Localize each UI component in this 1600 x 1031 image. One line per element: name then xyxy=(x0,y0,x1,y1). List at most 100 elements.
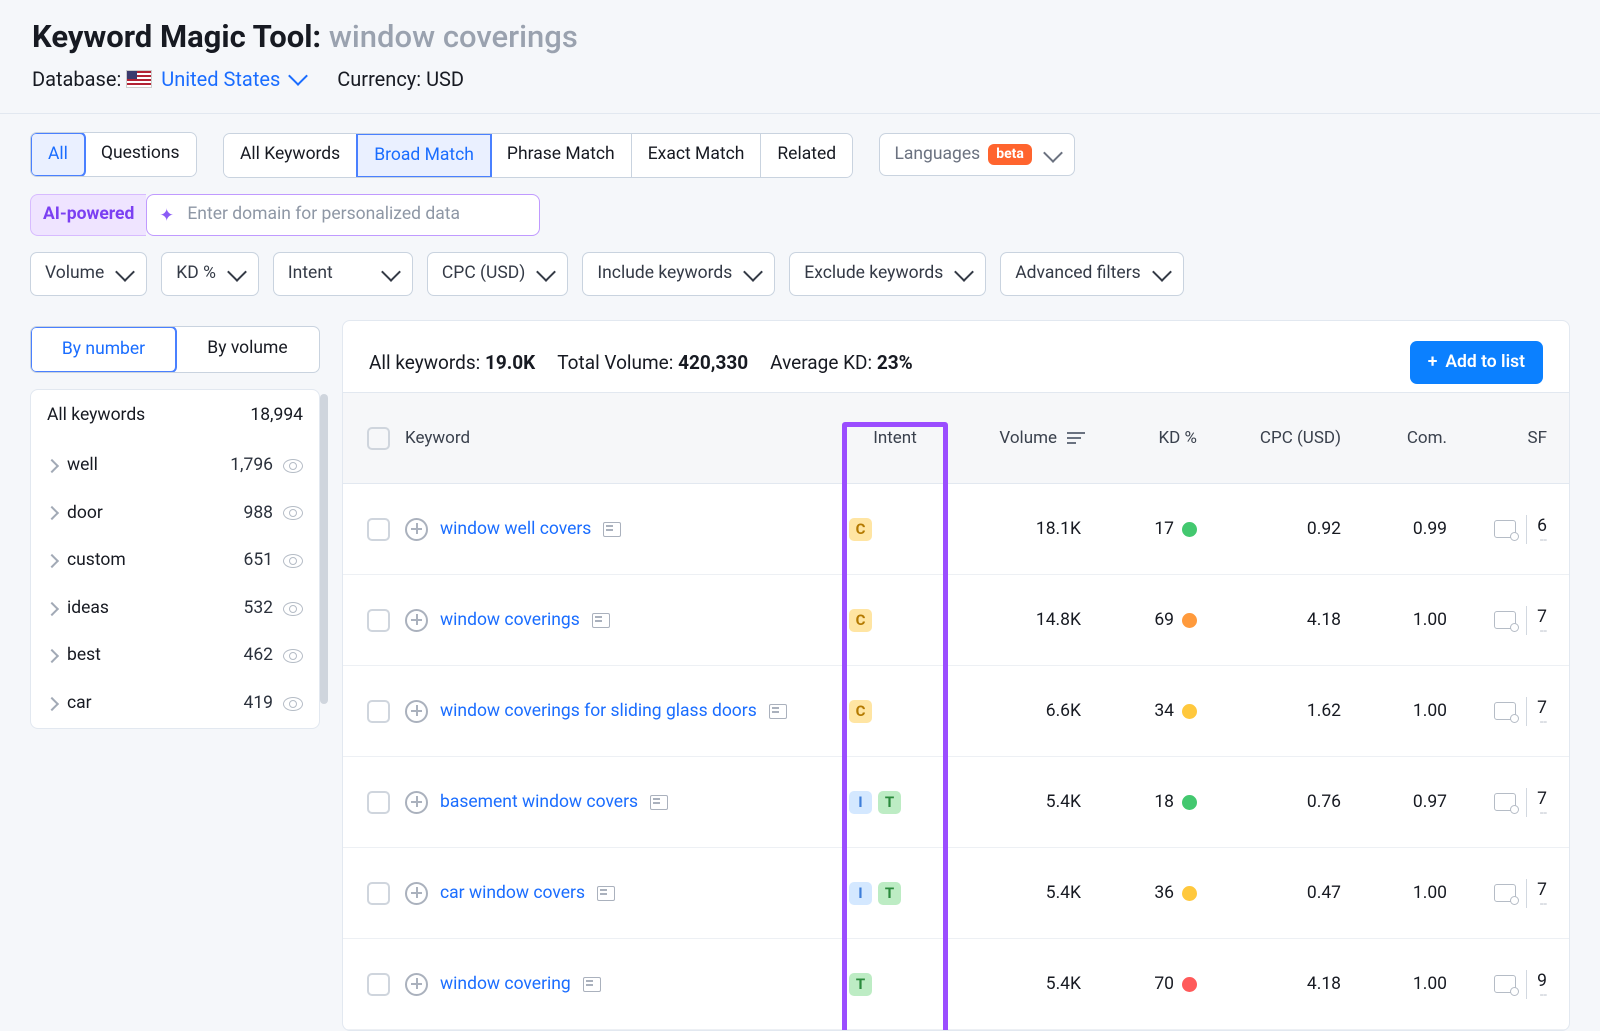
sidebar-group-custom[interactable]: custom 651 xyxy=(31,537,319,585)
row-checkbox[interactable] xyxy=(367,609,390,632)
filter-intent[interactable]: Intent xyxy=(273,252,413,296)
serp-features-icon[interactable] xyxy=(1494,611,1516,629)
com-cell: 1.00 xyxy=(1347,973,1451,997)
chevron-right-icon xyxy=(45,697,59,711)
row-checkbox[interactable] xyxy=(367,791,390,814)
sidebar-group-ideas[interactable]: ideas 532 xyxy=(31,585,319,633)
sidebar-group-label: door xyxy=(67,502,103,526)
expand-keyword-icon[interactable] xyxy=(405,791,428,814)
sidebar-group-label: well xyxy=(67,454,98,478)
row-checkbox[interactable] xyxy=(367,973,390,996)
filter-include-keywords[interactable]: Include keywords xyxy=(582,252,775,296)
serp-preview-icon[interactable] xyxy=(603,522,621,537)
title-query: window coverings xyxy=(329,18,578,55)
sidebar-all-keywords[interactable]: All keywords 18,994 xyxy=(31,390,319,442)
sidebar-group-count: 988 xyxy=(243,502,273,526)
keyword-link[interactable]: basement window covers xyxy=(440,791,638,815)
cpc-cell: 0.92 xyxy=(1201,518,1347,542)
expand-keyword-icon[interactable] xyxy=(405,518,428,541)
tab-questions[interactable]: Questions xyxy=(85,133,196,177)
tab-broad-match[interactable]: Broad Match xyxy=(356,133,492,179)
keyword-link[interactable]: window coverings for sliding glass doors xyxy=(440,700,757,724)
filter-exclude-keywords[interactable]: Exclude keywords xyxy=(789,252,986,296)
serp-preview-icon[interactable] xyxy=(592,613,610,628)
sidebar-group-count: 651 xyxy=(243,549,273,573)
filter-advanced[interactable]: Advanced filters xyxy=(1000,252,1183,296)
col-header-keyword[interactable]: Keyword xyxy=(403,427,849,450)
row-checkbox[interactable] xyxy=(367,700,390,723)
com-cell: 0.99 xyxy=(1347,518,1451,542)
filter-kd[interactable]: KD % xyxy=(161,252,259,296)
intent-cell: IT xyxy=(839,791,941,814)
stats-bar: All keywords: 19.0K Total Volume: 420,33… xyxy=(369,350,913,376)
sidebar-group-best[interactable]: best 462 xyxy=(31,632,319,680)
eye-icon[interactable] xyxy=(283,602,303,616)
serp-preview-icon[interactable] xyxy=(650,795,668,810)
table-row: window coverings C 14.8K 69 4.18 1.00 7-… xyxy=(343,575,1569,666)
col-header-intent[interactable]: Intent xyxy=(849,427,941,450)
database-label: Database: xyxy=(32,67,121,91)
col-header-volume[interactable]: Volume xyxy=(941,427,1087,450)
row-checkbox[interactable] xyxy=(367,518,390,541)
sidebar-group-well[interactable]: well 1,796 xyxy=(31,442,319,490)
sort-by-volume[interactable]: By volume xyxy=(176,327,319,373)
serp-preview-icon[interactable] xyxy=(769,704,787,719)
serp-features-icon[interactable] xyxy=(1494,975,1516,993)
tab-phrase-match[interactable]: Phrase Match xyxy=(491,134,632,178)
expand-keyword-icon[interactable] xyxy=(405,882,428,905)
serp-preview-icon[interactable] xyxy=(597,886,615,901)
database-selector[interactable]: Database: United States xyxy=(32,66,305,93)
kd-difficulty-dot xyxy=(1182,704,1197,719)
eye-icon[interactable] xyxy=(283,697,303,711)
volume-cell: 6.6K xyxy=(941,700,1087,724)
table-header: Keyword Intent Volume KD % CPC (USD) Com… xyxy=(343,392,1569,484)
ai-domain-input[interactable]: ✦ Enter domain for personalized data xyxy=(146,194,540,236)
keyword-link[interactable]: window coverings xyxy=(440,609,580,633)
eye-icon[interactable] xyxy=(283,459,303,473)
serp-features-icon[interactable] xyxy=(1494,520,1516,538)
serp-features-icon[interactable] xyxy=(1494,884,1516,902)
keyword-link[interactable]: window well covers xyxy=(440,518,591,542)
col-header-cpc[interactable]: CPC (USD) xyxy=(1201,427,1347,450)
tab-related[interactable]: Related xyxy=(761,134,852,178)
col-header-kd[interactable]: KD % xyxy=(1087,427,1201,450)
expand-keyword-icon[interactable] xyxy=(405,609,428,632)
chevron-down-icon xyxy=(115,263,135,283)
tabs-primary: All Questions xyxy=(30,132,197,178)
serp-preview-icon[interactable] xyxy=(583,977,601,992)
chevron-down-icon xyxy=(954,263,974,283)
col-header-sf[interactable]: SF xyxy=(1451,427,1559,450)
sidebar-group-door[interactable]: door 988 xyxy=(31,490,319,538)
sort-by-number[interactable]: By number xyxy=(30,326,177,374)
checkbox-all[interactable] xyxy=(367,427,390,450)
sidebar-group-count: 419 xyxy=(243,692,273,716)
expand-keyword-icon[interactable] xyxy=(405,973,428,996)
chevron-right-icon xyxy=(45,649,59,663)
add-to-list-button[interactable]: + Add to list xyxy=(1410,341,1543,385)
tab-exact-match[interactable]: Exact Match xyxy=(632,134,762,178)
filter-cpc[interactable]: CPC (USD) xyxy=(427,252,568,296)
com-cell: 1.00 xyxy=(1347,882,1451,906)
keyword-link[interactable]: window covering xyxy=(440,973,571,997)
col-header-com[interactable]: Com. xyxy=(1347,427,1451,450)
eye-icon[interactable] xyxy=(283,649,303,663)
expand-keyword-icon[interactable] xyxy=(405,700,428,723)
sparkle-icon: ✦ xyxy=(159,205,174,229)
filter-volume[interactable]: Volume xyxy=(30,252,147,296)
tab-all[interactable]: All xyxy=(30,132,86,178)
serp-features-icon[interactable] xyxy=(1494,702,1516,720)
eye-icon[interactable] xyxy=(283,554,303,568)
cpc-cell: 1.62 xyxy=(1201,700,1347,724)
intent-badge-c: C xyxy=(849,518,872,541)
intent-cell: C xyxy=(839,700,941,723)
row-checkbox[interactable] xyxy=(367,882,390,905)
languages-dropdown[interactable]: Languages beta xyxy=(879,133,1074,177)
tab-all-keywords[interactable]: All Keywords xyxy=(224,134,357,178)
serp-features-icon[interactable] xyxy=(1494,793,1516,811)
plus-icon: + xyxy=(1428,351,1438,375)
eye-icon[interactable] xyxy=(283,506,303,520)
sidebar-scrollbar[interactable] xyxy=(320,394,328,704)
sidebar-group-car[interactable]: car 419 xyxy=(31,680,319,728)
kd-cell: 18 xyxy=(1087,791,1201,815)
keyword-link[interactable]: car window covers xyxy=(440,882,585,906)
